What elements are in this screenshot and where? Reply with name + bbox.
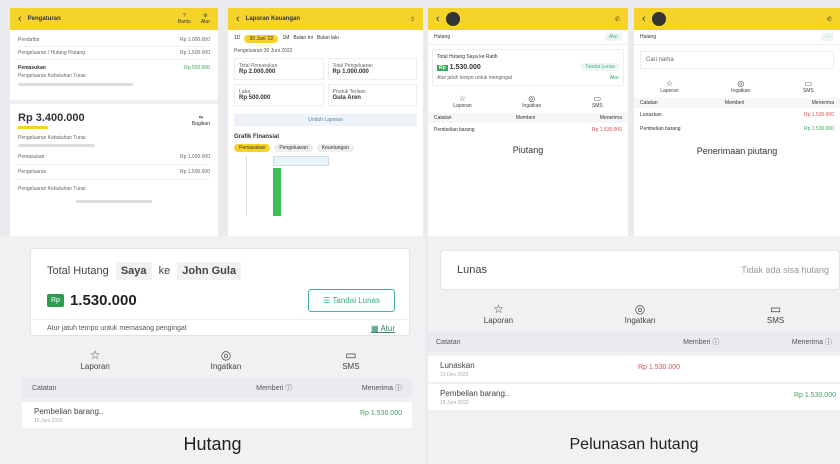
sms-icon: ▭ [769,301,782,316]
section-header: Pemasukan Rp 500.000 [18,65,210,71]
caption-pelunasan: Pelunasan hutang [569,436,699,453]
back-icon[interactable]: ‹ [18,13,22,25]
remind-icon[interactable]: ◎ Ingatkan [522,94,541,109]
tab-profit[interactable]: Keuntungan [316,144,354,152]
tab-expense[interactable]: Pengeluaran [274,144,313,152]
whatsapp-icon: ◎ [220,347,232,362]
debt-summary-card: Total Hutang Saya ke John Gula Rp 1.530.… [30,248,410,336]
report-button[interactable]: ☆ Laporan [80,348,109,371]
table-header: Catatan Memberi ⓘ Menerima ⓘ [22,378,412,398]
debt-title: Total Hutang Saya ke John Gula [47,262,242,280]
calendar-icon: ▦ [370,324,379,333]
phone-icon[interactable]: ✆ [615,16,620,23]
screen-title: Pengaturan [27,16,61,22]
remind-button[interactable]: ◎ Ingatkan [625,302,656,325]
total-amount: Rp 3.400.000 [18,112,85,124]
table-row[interactable]: Lunaskan 15 Des 2022 Rp 1.530.000 [428,356,840,382]
share-icon[interactable]: ⇆ Bagikan [192,115,210,127]
help-icon[interactable]: ? Bantu [178,13,191,25]
remind-button[interactable]: ◎ Ingatkan [211,348,242,371]
whatsapp-icon: ◎ [634,301,646,316]
summary-card: Total Pengeluaran Rp 1.000.000 [327,58,417,80]
gear-icon[interactable]: ⚙ Atur [201,13,210,25]
screen-report: ‹ Laporan Keuangan ⇪ 1D 30 Juni '22 1M B… [228,8,423,236]
summary-card: Total Pemasukan Rp 2.000.000 [234,58,324,80]
graph-bar [273,168,281,216]
top-bar: ‹ Laporan Keuangan ⇪ [228,8,423,30]
info-icon: ⓘ [824,339,832,346]
sms-icon[interactable]: ▭ SMS [803,79,814,94]
summary-card: Laba Rp 500.000 [234,84,324,106]
caption-piutang: Piutang [512,145,544,155]
avatar [651,12,666,26]
top-bar: ‹ Pengaturan ? Bantu ⚙ Atur [10,8,218,30]
screen-hutang: Total Hutang Saya ke John Gula Rp 1.530.… [0,236,425,464]
action-icons: ☆ Laporan ◎ Ingatkan ▭ SMS [30,344,410,374]
search-field[interactable]: Cari nama [640,51,834,69]
report-icon[interactable]: ☆ Laporan [453,94,471,109]
list-icon: ☰ [323,296,331,305]
remind-icon[interactable]: ◎ Ingatkan [731,79,750,94]
graph-tooltip [273,156,329,166]
report-icon[interactable]: ☆ Laporan [660,79,678,94]
tab-income[interactable]: Pemasukan [234,144,271,152]
screen-pelunasan: Lunas Tidak ada sisa hutang ☆ Laporan ◎ In… [428,236,840,464]
list-item[interactable]: Pendaftar Rp 1.000.000 [18,34,210,47]
top-bar: ‹ ✆ [634,8,840,30]
sms-button[interactable]: ▭ SMS [767,302,784,325]
share-icon[interactable]: ⇪ [410,16,415,23]
info-icon: ⓘ [712,339,720,346]
caption-hutang: Hutang [183,434,242,454]
screen-title: Laporan Keuangan [245,16,301,22]
avatar [445,12,460,26]
info-icon: ⓘ [394,385,402,392]
money-icon: Rp [47,294,64,307]
phone-icon[interactable]: ✆ [827,16,832,23]
report-icon: ☆ [89,347,101,362]
report-icon: ☆ [493,301,504,316]
report-button[interactable]: ☆ Laporan [484,302,513,325]
paid-status-card: Lunas Tidak ada sisa hutang [440,250,840,290]
back-icon[interactable]: ‹ [236,13,240,25]
back-icon[interactable]: ‹ [436,13,440,25]
download-button[interactable]: Unduh Laporan [234,114,417,126]
sms-icon: ▭ [345,347,357,362]
debt-amount: Rp 1.530.000 [47,292,137,309]
mark-paid-button[interactable]: Tandai Lunas [581,63,619,71]
list-item[interactable]: Pembelian barang Rp 1.530.000 [634,122,840,136]
debt-card: Total Hutang Saya ke Ratih Rp 1.530.000 … [432,49,624,86]
screen-receivable: ‹ ✆ Hutang Atur Total Hutang Saya ke Rati… [428,8,628,236]
list-item[interactable]: Lunaskan Rp 1.530.000 [634,108,840,122]
list-item[interactable]: Pengeluaran / Hutang Piutang Rp 1.500.00… [18,47,210,60]
finance-graph [246,156,417,216]
back-icon[interactable]: ‹ [642,13,646,25]
summary-card: Produk Terlaris Gula Aren [327,84,417,106]
screen-settings: ‹ Pengaturan ? Bantu ⚙ Atur Pendaftar Rp 1… [10,8,218,236]
sms-icon[interactable]: ▭ SMS [592,94,603,109]
list-item[interactable]: Pembelian barang Rp 1.530.000 [428,123,628,137]
table-row[interactable]: Pembelian barang.. 15 Juni 2022 Rp 1.530… [22,402,412,428]
screen-receipt: ‹ ✆ Hutang ··· Cari nama ☆ Laporan ◎ Ingatk… [634,8,840,236]
reminder-text: Atur jatuh tempo untuk memasang penginga… [47,325,187,332]
set-reminder-link[interactable]: ▦ Atur [371,324,395,333]
sms-button[interactable]: ▭ SMS [342,348,359,371]
mark-paid-button[interactable]: ☰ Tandai Lunas [308,289,395,312]
graph-title: Grafik Finansial [234,134,280,140]
top-bar: ‹ ✆ [428,8,628,30]
caption-penerimaan: Penerimaan piutang [696,146,778,156]
table-header: Catatan Memberi ⓘ Menerima ⓘ [428,332,840,352]
table-row[interactable]: Pembelian barang.. 15 Juni 2022 Rp 1.530… [428,384,840,410]
info-icon: ⓘ [285,385,293,392]
section-sub: Pengeluaran Kebutuhan Tunai [18,73,86,79]
date-chips: 1D 30 Juni '22 1M Bulan Ini Bulan lalu [234,35,339,43]
